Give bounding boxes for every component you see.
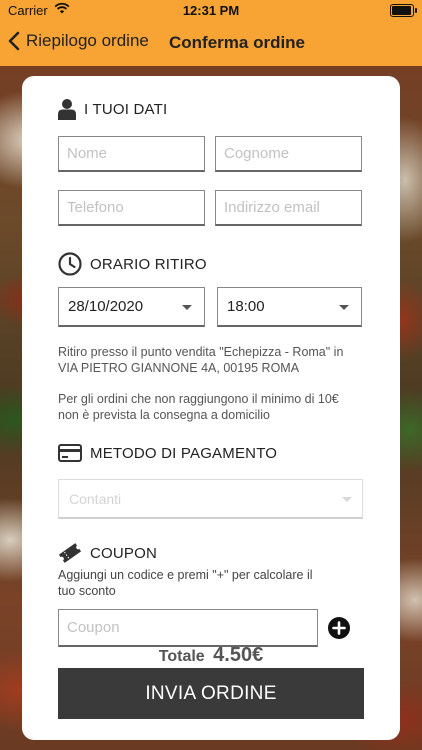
credit-card-icon xyxy=(58,444,82,462)
total-value: 4.50€ xyxy=(213,644,264,666)
pickup-location-info: Ritiro presso il punto vendita "Echepizz… xyxy=(58,344,368,376)
clock-icon xyxy=(58,252,82,276)
back-label: Riepilogo ordine xyxy=(26,31,149,50)
section-payment-header: METODO DI PAGAMENTO xyxy=(58,444,277,462)
delivery-minimum-info: Per gli ordini che non raggiungono il mi… xyxy=(58,391,368,423)
section-payment-title: METODO DI PAGAMENTO xyxy=(90,444,278,462)
section-user-title: I TUOI DATI xyxy=(84,100,168,118)
user-icon xyxy=(58,98,76,120)
dropdown-arrow-icon xyxy=(342,497,352,502)
pickup-date-select[interactable]: 28/10/2020 xyxy=(58,287,205,327)
pickup-info-line1: Ritiro presso il punto vendita "Echepizz… xyxy=(58,345,344,359)
nome-field[interactable] xyxy=(58,136,205,172)
delivery-info-line2: non è prevista la consegna a domicilio xyxy=(58,408,270,422)
plus-circle-icon xyxy=(328,617,350,639)
dropdown-arrow-icon xyxy=(182,305,192,310)
order-total: Totale 4.50€ xyxy=(22,644,400,667)
add-coupon-button[interactable] xyxy=(328,617,350,639)
ticket-icon xyxy=(58,542,82,564)
delivery-info-line1: Per gli ordini che non raggiungono il mi… xyxy=(58,392,339,406)
coupon-field[interactable] xyxy=(58,609,318,647)
pickup-time-select[interactable]: 18:00 xyxy=(217,287,362,327)
status-bar: Carrier 12:31 PM xyxy=(0,0,422,22)
pickup-time-value: 18:00 xyxy=(227,298,265,315)
coupon-desc-line1: Aggiungi un codice e premi "+" per calco… xyxy=(58,568,313,582)
email-field[interactable] xyxy=(215,190,362,226)
total-label: Totale xyxy=(158,648,205,665)
back-button[interactable]: Riepilogo ordine xyxy=(8,31,149,51)
section-pickup-title: ORARIO RITIRO xyxy=(90,255,207,273)
clock-time: 12:31 PM xyxy=(182,3,240,18)
payment-method-value: Contanti xyxy=(69,490,122,507)
telefono-field[interactable] xyxy=(58,190,205,226)
section-coupon-header: COUPON xyxy=(58,542,157,564)
page-title: Conferma ordine xyxy=(169,33,306,52)
cognome-field[interactable] xyxy=(215,136,362,172)
payment-method-select[interactable]: Contanti xyxy=(58,479,363,519)
section-user-header: I TUOI DATI xyxy=(58,98,167,120)
navigation-bar: Riepilogo ordine Conferma ordine xyxy=(0,22,422,66)
dropdown-arrow-icon xyxy=(339,305,349,310)
battery-icon xyxy=(390,4,417,17)
coupon-desc-line2: tuo sconto xyxy=(58,584,116,598)
section-pickup-header: ORARIO RITIRO xyxy=(58,252,207,276)
order-form-card: I TUOI DATI ORARIO RITIRO 28/10/2020 18:… xyxy=(22,76,400,740)
section-coupon-title: COUPON xyxy=(90,544,158,562)
pickup-info-line2: VIA PIETRO GIANNONE 4A, 00195 ROMA xyxy=(58,361,300,375)
submit-order-button[interactable]: INVIA ORDINE xyxy=(58,668,364,719)
pickup-date-value: 28/10/2020 xyxy=(68,298,144,315)
coupon-description: Aggiungi un codice e premi "+" per calco… xyxy=(58,567,338,599)
chevron-left-icon xyxy=(8,31,20,51)
